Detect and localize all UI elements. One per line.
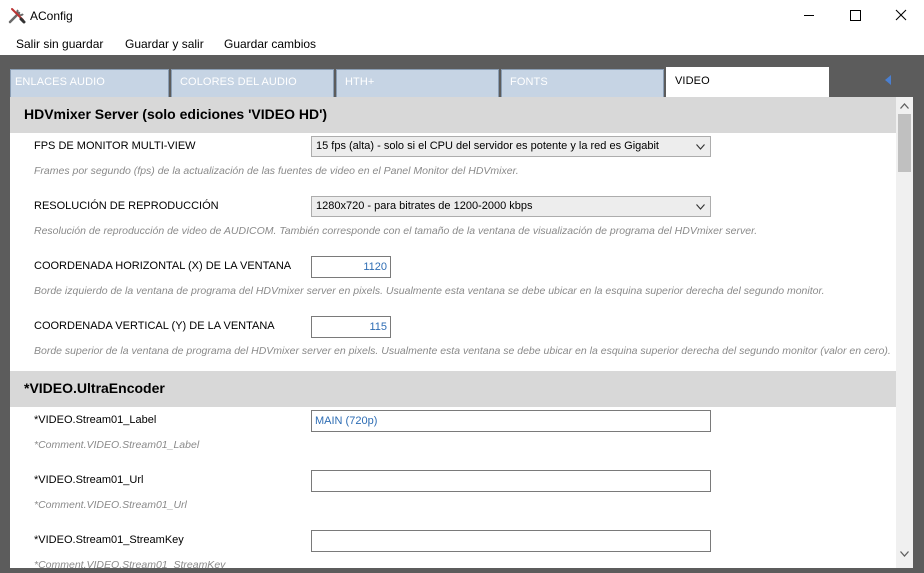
- stream01-streamkey-input[interactable]: [311, 530, 711, 552]
- menu-guardar-y-salir[interactable]: Guardar y salir: [125, 37, 204, 51]
- field-label-coord-x: COORDENADA HORIZONTAL (X) DE LA VENTANA: [34, 260, 292, 272]
- section-title: HDVmixer Server (solo ediciones 'VIDEO H…: [24, 106, 328, 122]
- minimize-icon: [804, 15, 814, 16]
- tab-enlaces-audio[interactable]: ENLACES AUDIO: [10, 69, 169, 97]
- stream01-url-input[interactable]: [311, 470, 711, 492]
- close-icon: [895, 9, 907, 21]
- scroll-down-icon[interactable]: [900, 549, 909, 558]
- field-comment-coord-y: Borde superior de la ventana de programa…: [34, 345, 891, 357]
- resolucion-select[interactable]: 1280x720 - para bitrates de 1200-2000 kb…: [311, 196, 711, 217]
- fps-select[interactable]: 15 fps (alta) - solo si el CPU del servi…: [311, 136, 711, 157]
- field-label-stream01-url: *VIDEO.Stream01_Url: [34, 474, 144, 486]
- frame-left: [0, 97, 10, 573]
- tab-label: HTH+: [345, 76, 375, 88]
- tab-label: VIDEO: [675, 75, 710, 87]
- fps-select-value: 15 fps (alta) - solo si el CPU del servi…: [316, 140, 659, 152]
- menu-salir-sin-guardar[interactable]: Salir sin guardar: [16, 37, 103, 51]
- tab-colores-del-audio[interactable]: COLORES DEL AUDIO: [171, 69, 334, 97]
- field-comment-coord-x: Borde izquierdo de la ventana de program…: [34, 285, 825, 297]
- vertical-scrollbar[interactable]: [896, 97, 913, 568]
- section-header-hdvmixer: HDVmixer Server (solo ediciones 'VIDEO H…: [10, 97, 896, 133]
- stream01-label-input[interactable]: MAIN (720p): [311, 410, 711, 432]
- section-header-ultraencoder: *VIDEO.UltraEncoder: [10, 371, 896, 407]
- field-comment-fps: Frames por segundo (fps) de la actualiza…: [34, 165, 519, 177]
- title-bar: AConfig: [0, 0, 924, 31]
- maximize-icon: [850, 10, 861, 21]
- scroll-up-icon[interactable]: [900, 102, 909, 111]
- field-label-resolucion: RESOLUCIÓN DE REPRODUCCIÓN: [34, 200, 219, 212]
- field-label-coord-y: COORDENADA VERTICAL (Y) DE LA VENTANA: [34, 320, 275, 332]
- field-label-stream01-streamkey: *VIDEO.Stream01_StreamKey: [34, 534, 184, 546]
- field-label-stream01-label: *VIDEO.Stream01_Label: [34, 414, 157, 426]
- scrollbar-thumb[interactable]: [898, 114, 911, 172]
- menu-bar: Salir sin guardar Guardar y salir Guarda…: [0, 31, 924, 55]
- coord-x-input[interactable]: 1120: [311, 256, 391, 278]
- field-comment-stream01-label: *Comment.VIDEO.Stream01_Label: [34, 439, 200, 451]
- tab-label: FONTS: [510, 76, 548, 88]
- field-comment-resolucion: Resolución de reproducción de video de A…: [34, 225, 758, 237]
- menu-guardar-cambios[interactable]: Guardar cambios: [224, 37, 316, 51]
- field-comment-stream01-streamkey: *Comment.VIDEO.Stream01_StreamKey: [34, 559, 226, 568]
- tab-scroll-left-icon[interactable]: [882, 74, 894, 86]
- tab-label: COLORES DEL AUDIO: [180, 76, 297, 88]
- coord-y-value: 115: [369, 321, 387, 333]
- coord-x-value: 1120: [363, 261, 387, 273]
- chevron-down-icon: [696, 144, 705, 150]
- section-title: *VIDEO.UltraEncoder: [24, 380, 165, 396]
- settings-panel: HDVmixer Server (solo ediciones 'VIDEO H…: [10, 97, 896, 568]
- window-title: AConfig: [30, 9, 73, 23]
- tab-strip: ENLACES AUDIO COLORES DEL AUDIO HTH+ FON…: [0, 55, 924, 97]
- frame-bottom: [0, 568, 924, 573]
- chevron-down-icon: [696, 204, 705, 210]
- tab-hth[interactable]: HTH+: [336, 69, 499, 97]
- minimize-button[interactable]: [786, 0, 832, 31]
- tab-label: ENLACES AUDIO: [15, 76, 105, 88]
- tab-video[interactable]: VIDEO: [666, 67, 829, 97]
- maximize-button[interactable]: [832, 0, 878, 31]
- tools-icon: [8, 8, 26, 24]
- coord-y-input[interactable]: 115: [311, 316, 391, 338]
- stream01-label-value: MAIN (720p): [315, 415, 378, 427]
- close-button[interactable]: [878, 0, 924, 31]
- frame-right: [913, 97, 924, 573]
- resolucion-select-value: 1280x720 - para bitrates de 1200-2000 kb…: [316, 200, 533, 212]
- tab-fonts[interactable]: FONTS: [501, 69, 664, 97]
- field-label-fps: FPS DE MONITOR MULTI-VIEW: [34, 140, 196, 152]
- field-comment-stream01-url: *Comment.VIDEO.Stream01_Url: [34, 499, 187, 511]
